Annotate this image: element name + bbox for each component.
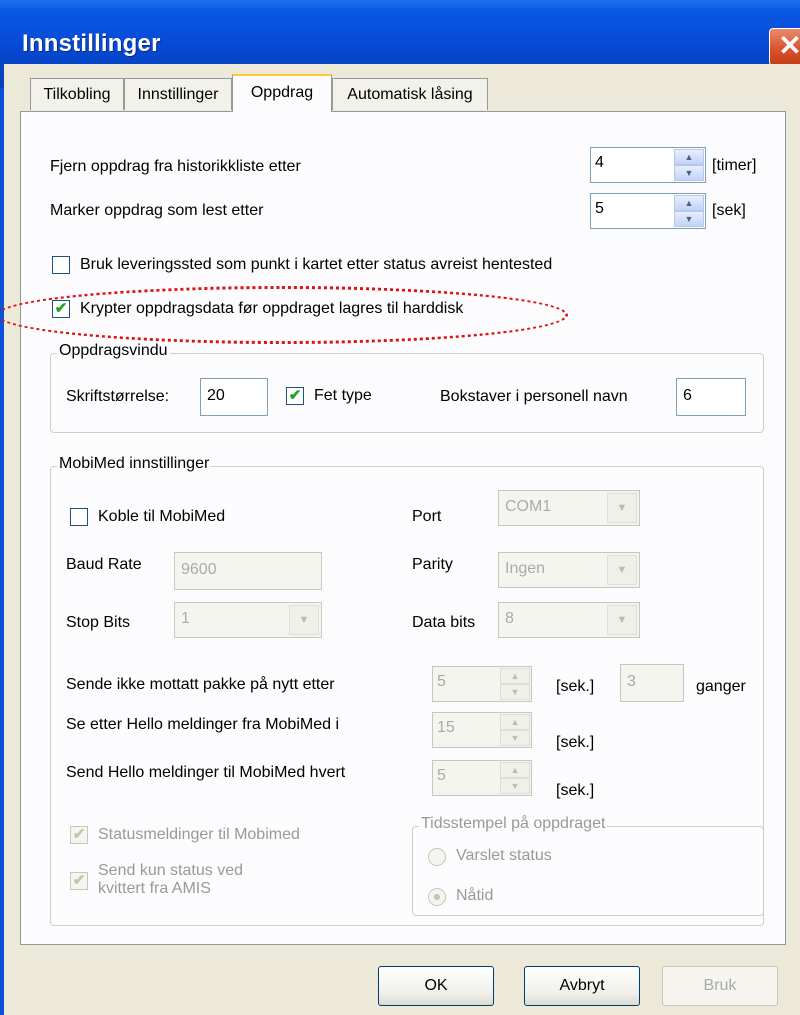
radio-notified[interactable] (428, 848, 446, 866)
tab-automatisk-lasing[interactable]: Automatisk låsing (332, 78, 488, 110)
resend-label: Sende ikke mottatt pakke på nytt etter (66, 676, 335, 693)
oppdragsvindu-legend: Oppdragsvindu (57, 342, 170, 360)
history-stepper[interactable]: 4 ▲ ▼ (590, 147, 706, 183)
dropdown-arrow-icon[interactable]: ▼ (607, 605, 637, 635)
send-only-label: Send kun status ved kvittert fra AMIS (98, 862, 243, 898)
port-label: Port (412, 508, 442, 525)
letters-input[interactable]: 6 (676, 378, 746, 416)
window-title: Innstillinger (22, 30, 161, 57)
stopbits-select[interactable]: 1 ▼ (174, 602, 322, 638)
radio-selected-dot (434, 894, 440, 900)
parity-select[interactable]: Ingen ▼ (498, 552, 640, 588)
spin-up-icon[interactable]: ▲ (500, 668, 530, 684)
hello-watch-unit: [sek.] (556, 734, 595, 751)
markread-label: Marker oppdrag som lest etter (50, 202, 264, 219)
baud-value: 9600 (181, 561, 217, 578)
parity-label: Parity (412, 556, 453, 573)
spin-up-icon[interactable]: ▲ (674, 195, 704, 211)
hello-watch-label: Se etter Hello meldinger fra MobiMed i (66, 716, 340, 733)
font-size-input[interactable]: 20 (200, 378, 268, 416)
radio-notified-label: Varslet status (456, 847, 552, 864)
databits-value: 8 (505, 610, 514, 627)
bold-label: Fet type (314, 387, 372, 404)
status-checkbox[interactable]: ✔ (70, 826, 88, 844)
resend-unit: [sek.] (556, 678, 595, 695)
tab-tilkobling[interactable]: Tilkobling (30, 78, 124, 110)
spin-down-icon[interactable]: ▼ (674, 211, 704, 227)
font-size-label: Skriftstørrelse: (66, 388, 170, 405)
hello-watch-stepper[interactable]: 15 ▲ ▼ (432, 712, 532, 748)
history-unit: [timer] (712, 157, 757, 174)
tab-oppdrag[interactable]: Oppdrag (232, 74, 332, 112)
send-only-checkbox[interactable]: ✔ (70, 872, 88, 890)
timestamp-legend: Tidsstempel på oppdraget (419, 815, 608, 833)
history-value: 4 (595, 154, 604, 171)
delivery-label: Bruk leveringssted som punkt i kartet et… (80, 256, 553, 273)
spin-down-icon[interactable]: ▼ (500, 778, 530, 794)
font-size-value: 20 (207, 387, 225, 404)
letters-value: 6 (683, 387, 692, 404)
hello-send-unit: [sek.] (556, 782, 595, 799)
hello-send-label: Send Hello meldinger til MobiMed hvert (66, 764, 346, 781)
apply-button[interactable]: Bruk (662, 966, 778, 1006)
send-only-label-line1: Send kun status ved (98, 862, 243, 879)
dropdown-arrow-icon[interactable]: ▼ (607, 555, 637, 585)
hello-send-stepper[interactable]: 5 ▲ ▼ (432, 760, 532, 796)
ok-button[interactable]: OK (378, 966, 494, 1006)
port-value: COM1 (505, 498, 552, 515)
baud-label: Baud Rate (66, 556, 142, 573)
connect-mobimed-label: Koble til MobiMed (98, 508, 226, 525)
spin-down-icon[interactable]: ▼ (500, 730, 530, 746)
spin-up-icon[interactable]: ▲ (500, 714, 530, 730)
history-label: Fjern oppdrag fra historikkliste etter (50, 158, 301, 175)
parity-value: Ingen (505, 560, 546, 577)
spin-up-icon[interactable]: ▲ (674, 149, 704, 165)
stopbits-label: Stop Bits (66, 614, 131, 631)
dropdown-arrow-icon[interactable]: ▼ (289, 605, 319, 635)
connect-mobimed-checkbox[interactable] (70, 508, 88, 526)
databits-select[interactable]: 8 ▼ (498, 602, 640, 638)
port-select[interactable]: COM1 ▼ (498, 490, 640, 526)
stopbits-value: 1 (181, 610, 190, 627)
databits-label: Data bits (412, 614, 476, 631)
resend-times-input[interactable]: 3 (620, 664, 684, 702)
hello-send-value: 5 (437, 767, 446, 784)
bold-checkbox[interactable]: ✔ (286, 387, 304, 405)
resend-times-unit: ganger (696, 678, 746, 695)
markread-stepper[interactable]: 5 ▲ ▼ (590, 193, 706, 229)
markread-value: 5 (595, 200, 604, 217)
highlight-annotation (0, 286, 568, 344)
radio-now-label: Nåtid (456, 887, 494, 904)
settings-dialog: Innstillinger ✕ Tilkobling Innstillinger… (0, 0, 800, 1015)
markread-unit: [sek] (712, 202, 746, 219)
spin-up-icon[interactable]: ▲ (500, 762, 530, 778)
send-only-label-line2: kvittert fra AMIS (98, 880, 211, 897)
hello-watch-value: 15 (437, 719, 455, 736)
spin-down-icon[interactable]: ▼ (674, 165, 704, 181)
spin-down-icon[interactable]: ▼ (500, 684, 530, 700)
radio-now[interactable] (428, 888, 446, 906)
mobimed-legend: MobiMed innstillinger (57, 455, 212, 473)
baud-input[interactable]: 9600 (174, 552, 322, 590)
status-label: Statusmeldinger til Mobimed (98, 826, 300, 843)
resend-value: 5 (437, 673, 446, 690)
resend-times-value: 3 (627, 673, 636, 690)
resend-stepper[interactable]: 5 ▲ ▼ (432, 666, 532, 702)
cancel-button[interactable]: Avbryt (524, 966, 640, 1006)
letters-label: Bokstaver i personell navn (440, 388, 628, 405)
delivery-checkbox[interactable] (52, 256, 70, 274)
close-icon[interactable]: ✕ (769, 28, 800, 66)
dropdown-arrow-icon[interactable]: ▼ (607, 493, 637, 523)
tab-innstillinger[interactable]: Innstillinger (124, 78, 232, 110)
